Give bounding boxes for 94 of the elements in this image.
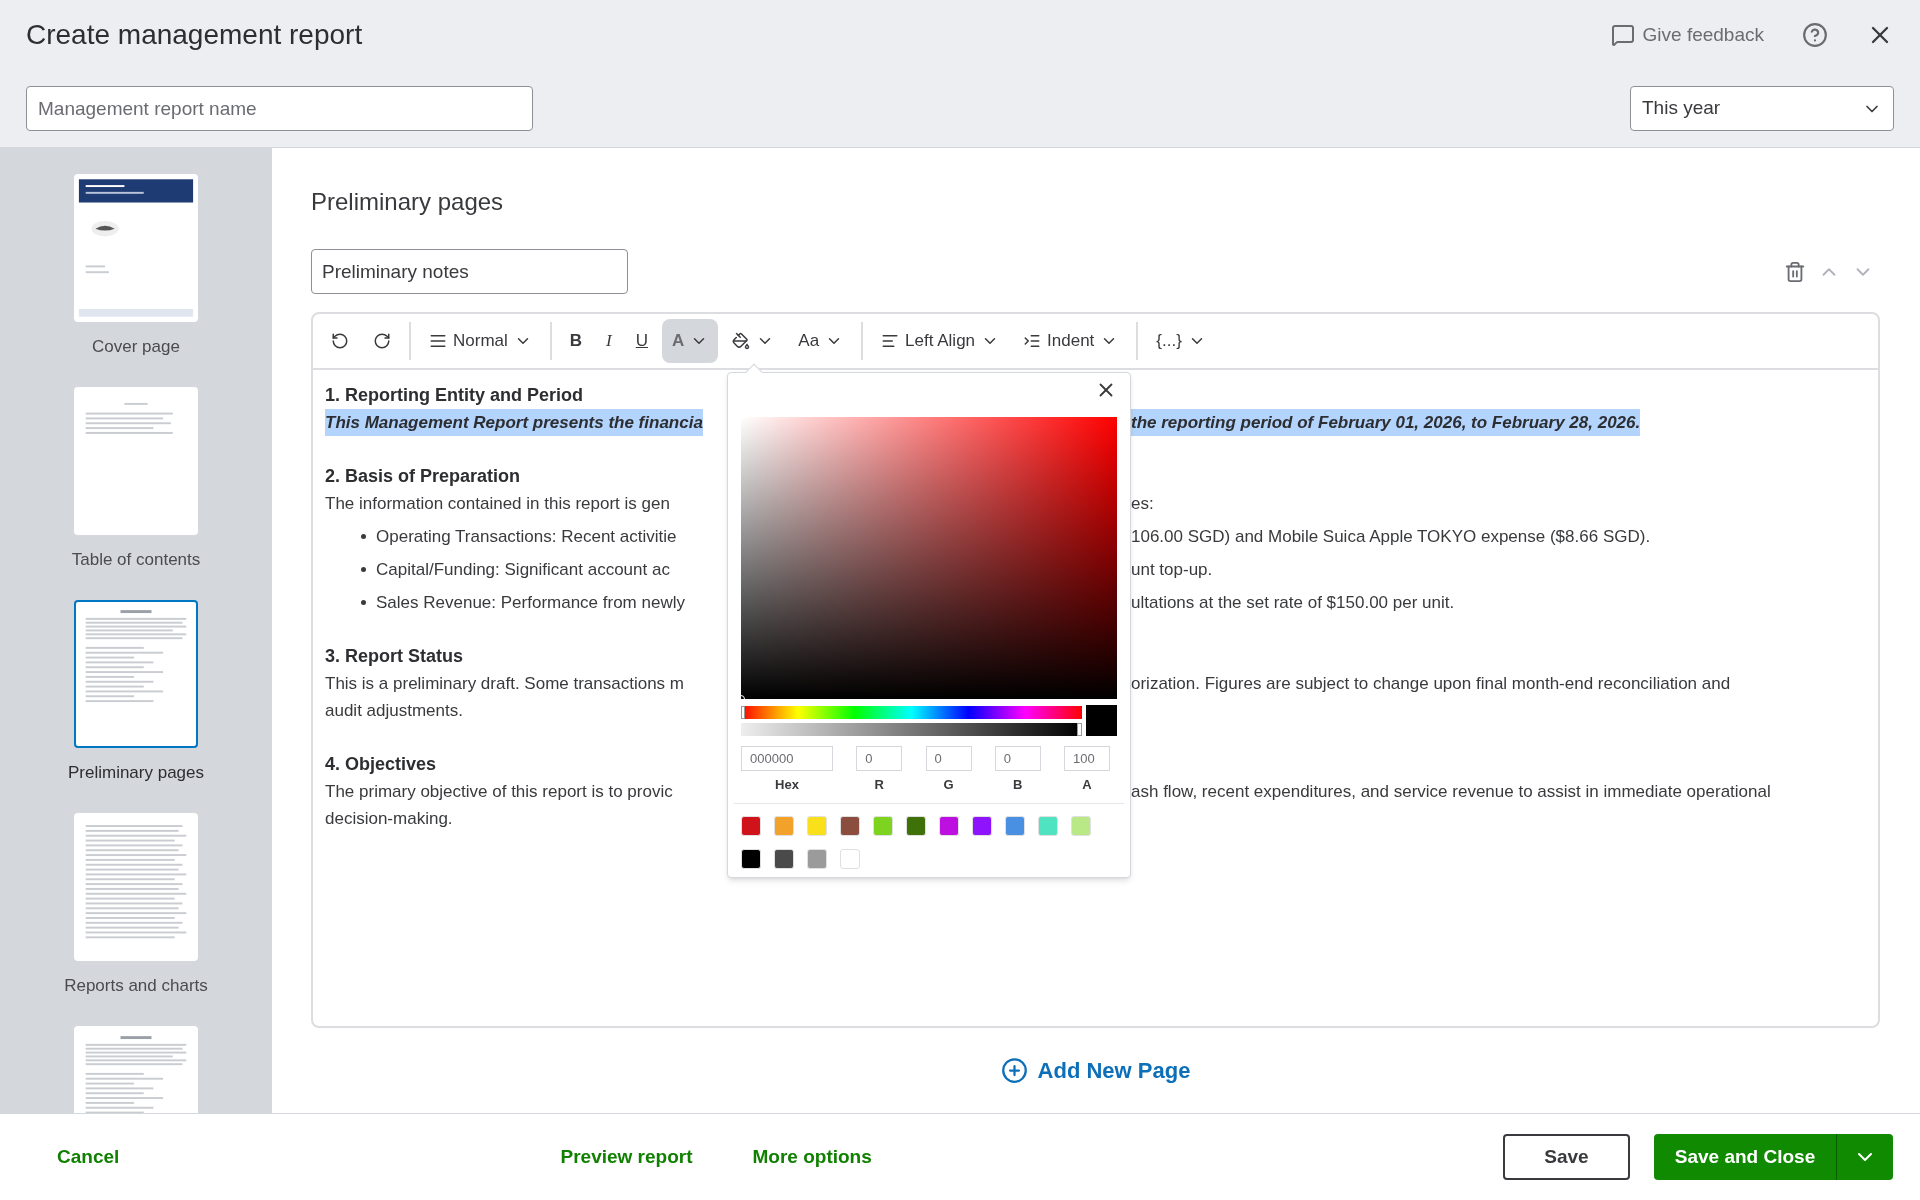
color-swatch[interactable] — [741, 848, 761, 869]
field-label: R — [874, 776, 884, 794]
period-dropdown[interactable]: This year — [1630, 86, 1894, 131]
bullet-icon — [361, 567, 366, 572]
color-swatch[interactable] — [807, 848, 827, 869]
editor-text: es: — [1131, 493, 1154, 515]
more-options-link[interactable]: More options — [752, 1142, 872, 1172]
bold-tool[interactable]: B — [559, 319, 593, 363]
add-page-button[interactable]: Add New Page — [1000, 1053, 1191, 1087]
slider-thumb[interactable] — [741, 706, 745, 719]
color-swatch[interactable] — [774, 848, 794, 869]
editor-text: audit adjustments. — [325, 700, 463, 722]
color-swatch[interactable] — [972, 815, 992, 836]
size-tool[interactable]: Aa — [788, 319, 854, 363]
add-icon — [1000, 1056, 1028, 1084]
color-swatch[interactable] — [840, 815, 860, 836]
align-tool[interactable]: Left Align — [871, 319, 1010, 363]
editor-text: ash flow, recent expenditures, and service revenue to assist in immediate operational — [1131, 781, 1771, 803]
section-title: Preliminary pages — [311, 187, 505, 217]
editor-text: Operating Transactions: Recent activitie — [376, 526, 677, 548]
editor-text: Capital/Funding: Significant account ac — [376, 559, 670, 581]
editor-text: decision-making. — [325, 808, 453, 830]
save-and-close-button[interactable]: Save and Close — [1654, 1134, 1837, 1180]
indent-tool[interactable]: Indent — [1013, 319, 1129, 363]
page-label[interactable]: Preliminary pages — [67, 760, 205, 786]
color-swatch[interactable] — [906, 815, 926, 836]
page-thumbnail-drawing[interactable] — [74, 600, 198, 748]
color-swatch[interactable] — [1005, 815, 1025, 836]
page-label[interactable]: Table of contents — [71, 547, 201, 573]
color-swatch[interactable] — [840, 848, 860, 869]
editor-text: This Management Report presents the financia — [325, 409, 703, 436]
page-thumbnail-drawing[interactable] — [74, 174, 198, 322]
editor-text: unt top-up. — [1131, 559, 1213, 581]
editor-text: Sales Revenue: Performance from newly — [376, 592, 685, 614]
color-value-field[interactable]: 100 — [1064, 746, 1110, 771]
page-thumbnail-drawing[interactable] — [74, 387, 198, 535]
redo-icon — [373, 332, 391, 350]
paragraph-tool[interactable]: Normal — [419, 319, 542, 363]
indent-icon — [1023, 332, 1042, 350]
section-heading: 1. Reporting Entity and Period — [325, 384, 584, 407]
editor-text: the reporting period of February 01, 2026, to February 28, 2026. — [1131, 409, 1641, 436]
page-name-field[interactable]: Preliminary notes — [311, 249, 628, 294]
color-value-field[interactable]: 0 — [925, 746, 972, 771]
color-value-field[interactable]: 0 — [994, 746, 1041, 771]
italic-tool[interactable]: I — [596, 319, 622, 363]
editor-text: 106.00 SGD) and Mobile Suica Apple TOKYO expense ($8.66 SGD). — [1131, 526, 1651, 548]
color-swatch[interactable] — [774, 815, 794, 836]
editor-text: This is a preliminary draft. Some transactions m — [325, 673, 684, 695]
report-name-field[interactable]: Management report name — [26, 86, 533, 131]
color-swatch[interactable] — [807, 815, 827, 836]
page-label[interactable]: Cover page — [92, 334, 180, 360]
current-color-swatch — [1086, 705, 1117, 736]
align-left-icon — [881, 332, 900, 350]
field-label: A — [1082, 776, 1092, 794]
undo-icon — [331, 332, 349, 350]
color-swatch[interactable] — [1038, 815, 1058, 836]
field-label: G — [943, 776, 954, 794]
speech-bubble-icon — [1610, 23, 1635, 47]
page-thumbnail-drawing[interactable] — [74, 813, 198, 961]
bullet-icon — [361, 600, 366, 605]
hue-slider[interactable] — [741, 706, 1082, 719]
preview-report-link[interactable]: Preview report — [560, 1142, 693, 1172]
color-gradient-area[interactable] — [741, 417, 1117, 699]
field-label: Hex — [775, 776, 799, 794]
editor-text: The primary objective of this report is to provic — [325, 781, 673, 803]
bullet-icon — [361, 534, 366, 539]
section-heading: 4. Objectives — [325, 753, 437, 776]
field-label: B — [1013, 776, 1023, 794]
alpha-slider[interactable] — [741, 723, 1082, 736]
color-swatch[interactable] — [1071, 815, 1091, 836]
text-editor[interactable] — [311, 312, 1880, 1028]
lines-icon — [429, 332, 447, 350]
field-tool[interactable]: {...} — [1146, 319, 1216, 363]
color-value-field[interactable]: 0 — [856, 746, 903, 771]
delete-icon[interactable] — [1784, 260, 1806, 283]
slider-thumb[interactable] — [1077, 723, 1082, 736]
cancel-button[interactable]: Cancel — [57, 1142, 120, 1172]
color-value-field[interactable]: 000000 — [741, 746, 833, 771]
editor-text: The information contained in this report is gen — [325, 493, 670, 515]
color-tool[interactable]: A — [662, 319, 719, 363]
page-label[interactable]: Reports and charts — [64, 973, 208, 999]
help-icon[interactable] — [1802, 22, 1828, 48]
paint-bucket-icon — [732, 332, 751, 350]
editor-text: ultations at the set rate of $150.00 per unit. — [1131, 592, 1455, 614]
save-button[interactable]: Save — [1503, 1134, 1630, 1180]
window-title: Create management report — [26, 18, 363, 52]
feedback-link[interactable]: Give feedback — [1610, 20, 1764, 50]
section-heading: 2. Basis of Preparation — [325, 465, 521, 488]
editor-text: orization. Figures are subject to change upon final month-end reconciliation and — [1131, 673, 1731, 695]
section-heading: 3. Report Status — [325, 645, 464, 668]
color-swatch[interactable] — [741, 815, 761, 836]
color-swatch[interactable] — [939, 815, 959, 836]
color-swatch[interactable] — [873, 815, 893, 836]
underline-tool[interactable]: U — [625, 319, 659, 363]
